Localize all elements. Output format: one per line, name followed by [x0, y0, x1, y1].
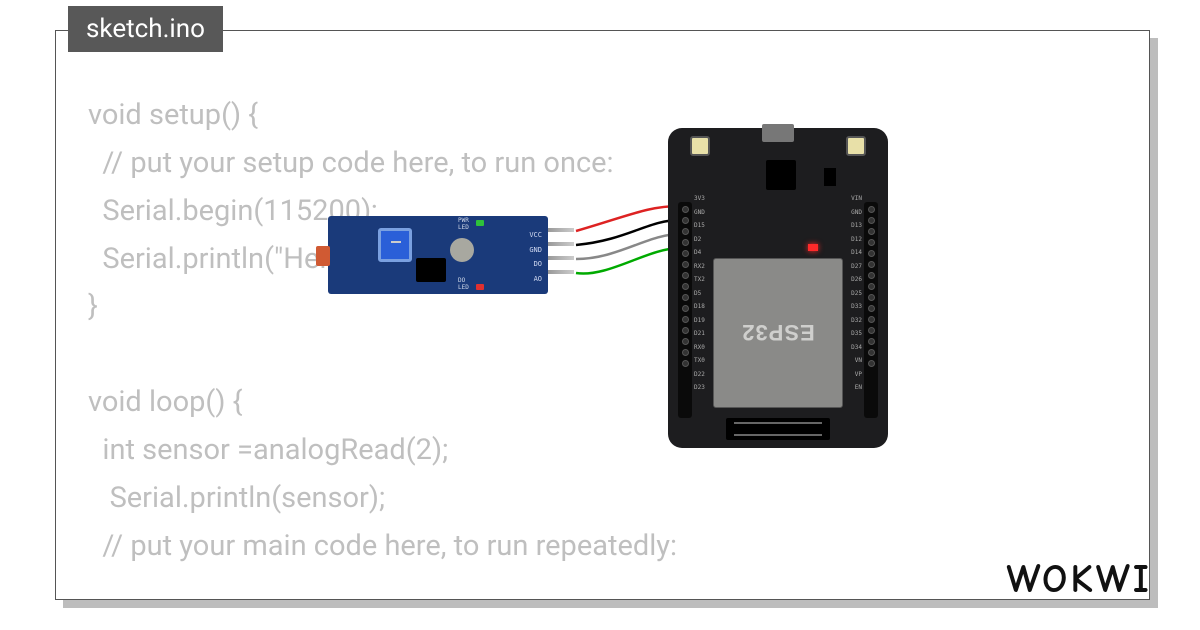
esp32-board[interactable]: ESP32 3V3 GND D15 D2 D4 RX2 TX2 D5 D18 D… [668, 128, 888, 448]
filename-label: sketch.ino [86, 14, 205, 44]
wire-do [576, 234, 680, 259]
do-led-icon [476, 284, 484, 290]
code-line: } [88, 289, 98, 323]
usb-serial-chip [766, 160, 796, 190]
ldr-sensor-module[interactable]: PWR LED DO LED VCC GND DO AO [328, 216, 548, 294]
reset-button[interactable] [846, 136, 866, 156]
esp32-shield: ESP32 [713, 258, 843, 408]
code-line: void loop() { [88, 385, 242, 419]
sensor-header-pins [548, 228, 574, 282]
left-pin-labels: 3V3 GND D15 D2 D4 RX2 TX2 D5 D18 D19 D21… [694, 192, 710, 395]
power-led-icon [476, 220, 484, 226]
wire-vcc [576, 206, 680, 231]
capacitor [450, 238, 474, 262]
circuit-diagram: PWR LED DO LED VCC GND DO AO ESP32 3V3 G… [308, 128, 948, 448]
ldr-component [316, 246, 330, 266]
right-pin-labels: VIN GND D13 D12 D14 D27 D26 D25 D33 D32 … [846, 192, 862, 395]
do-led-label: DO LED [458, 278, 469, 291]
code-line: // put your main code here, to run repea… [88, 529, 677, 563]
board-power-led [808, 244, 818, 251]
code-line: Serial.println(sensor); [88, 481, 385, 515]
wire-gnd [576, 220, 680, 245]
sensor-pin-labels: VCC GND DO AO [529, 228, 542, 286]
left-pin-header[interactable] [678, 202, 692, 418]
right-pin-header[interactable] [864, 202, 878, 418]
logo-text: WOKWI [1006, 556, 1152, 602]
esp32-shield-label: ESP32 [714, 319, 842, 345]
wifi-antenna [726, 418, 830, 440]
boot-button[interactable] [690, 136, 710, 156]
pwr-led-label: PWR LED [458, 218, 469, 231]
usb-port-icon [762, 124, 794, 142]
code-line: void setup() { [88, 98, 258, 132]
wire-ao [576, 248, 680, 274]
regulator-chip [824, 168, 836, 186]
comparator-chip [416, 258, 446, 282]
wokwi-logo: WOKWI [1006, 556, 1152, 602]
filename-tab[interactable]: sketch.ino [68, 6, 223, 52]
potentiometer[interactable] [378, 228, 412, 262]
